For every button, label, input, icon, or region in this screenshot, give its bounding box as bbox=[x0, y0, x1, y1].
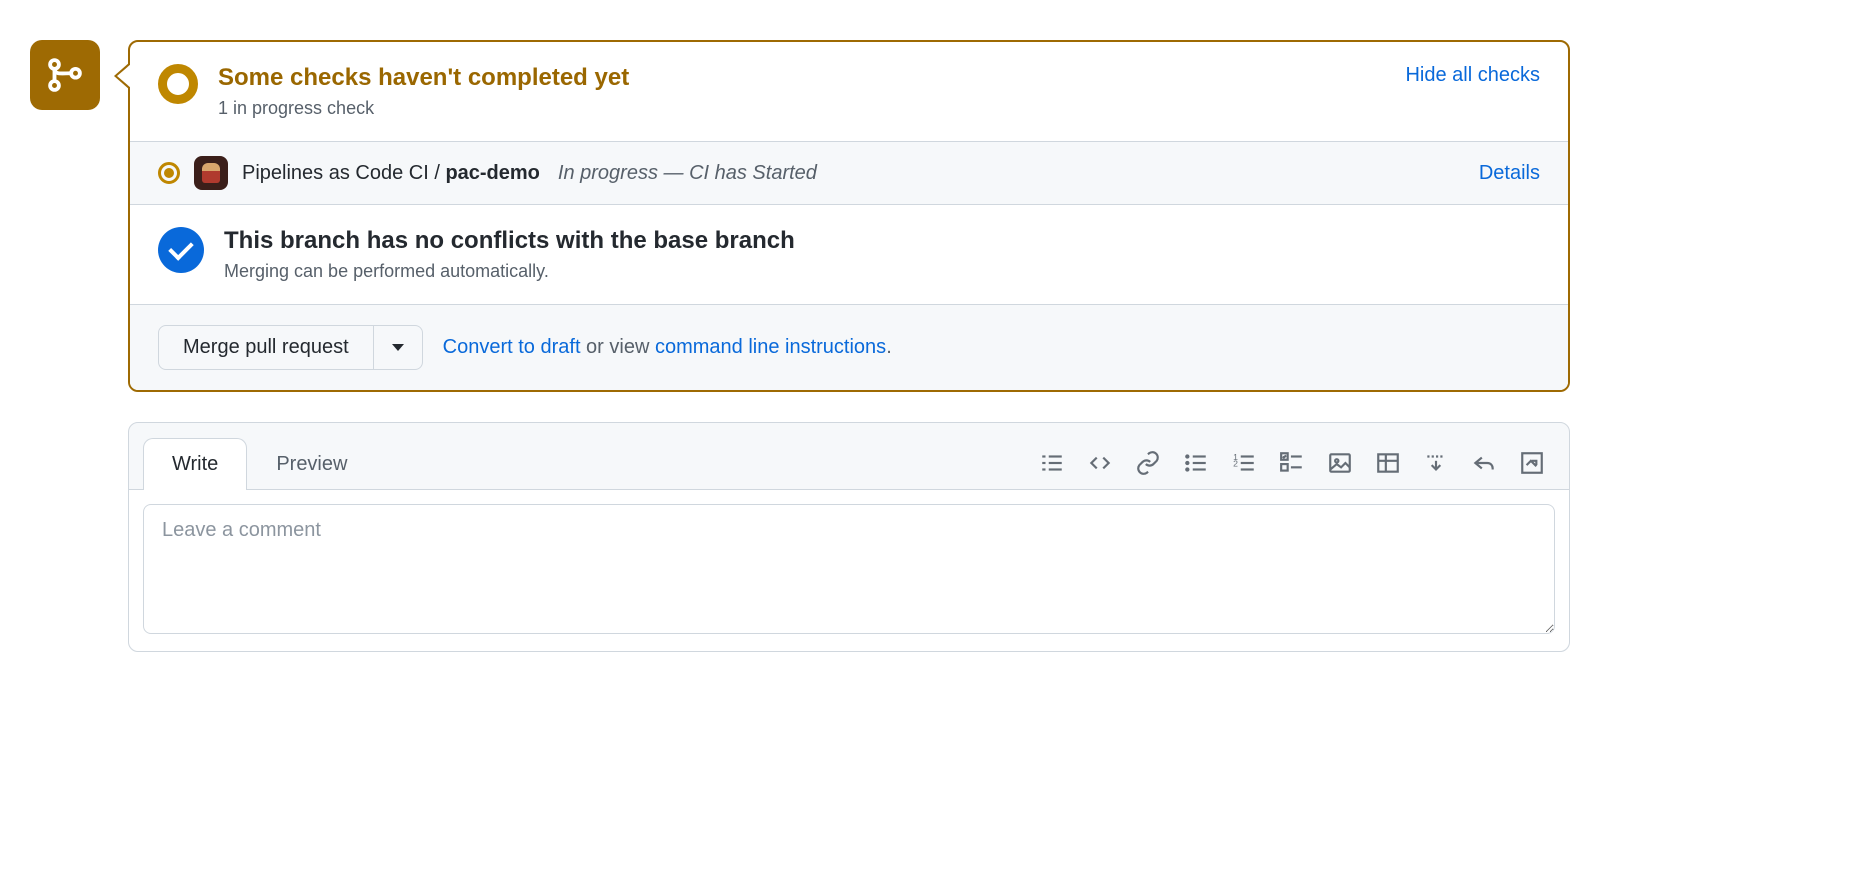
merge-footer-text: Convert to draft or view command line in… bbox=[443, 336, 892, 359]
merge-pull-request-button[interactable]: Merge pull request bbox=[158, 325, 374, 370]
checks-summary-title: Some checks haven't completed yet bbox=[218, 64, 1405, 92]
checks-summary-subtitle: 1 in progress check bbox=[218, 98, 1405, 119]
quote-icon[interactable] bbox=[1039, 450, 1065, 476]
image-icon[interactable] bbox=[1327, 450, 1353, 476]
checks-summary-section: Some checks haven't completed yet 1 in p… bbox=[130, 42, 1568, 141]
git-merge-icon bbox=[44, 54, 86, 96]
code-icon[interactable] bbox=[1087, 450, 1113, 476]
tab-write[interactable]: Write bbox=[143, 438, 247, 490]
comment-box: Write Preview 12 bbox=[128, 422, 1570, 652]
merge-footer: Merge pull request Convert to draft or v… bbox=[130, 304, 1568, 390]
merge-options-dropdown-button[interactable] bbox=[374, 325, 423, 370]
conflicts-subtitle: Merging can be performed automatically. bbox=[224, 261, 1540, 282]
collapse-icon[interactable] bbox=[1423, 450, 1449, 476]
table-icon[interactable] bbox=[1375, 450, 1401, 476]
conflicts-section: This branch has no conflicts with the ba… bbox=[130, 204, 1568, 304]
ordered-list-icon[interactable]: 12 bbox=[1231, 450, 1257, 476]
link-icon[interactable] bbox=[1135, 450, 1161, 476]
check-pending-icon bbox=[158, 162, 180, 184]
command-line-instructions-link[interactable]: command line instructions bbox=[655, 336, 886, 358]
merge-status-badge bbox=[30, 40, 100, 110]
markdown-toolbar: 12 bbox=[1039, 450, 1555, 476]
merge-button-group: Merge pull request bbox=[158, 325, 423, 370]
check-name: Pipelines as Code CI / pac-demo bbox=[242, 162, 540, 185]
check-status-text: In progress — CI has Started bbox=[558, 162, 817, 185]
unordered-list-icon[interactable] bbox=[1183, 450, 1209, 476]
reply-icon[interactable] bbox=[1471, 450, 1497, 476]
tab-preview[interactable]: Preview bbox=[247, 438, 376, 490]
comment-tabs: Write Preview 12 bbox=[129, 423, 1569, 489]
svg-text:2: 2 bbox=[1233, 458, 1238, 468]
hide-all-checks-link[interactable]: Hide all checks bbox=[1405, 64, 1540, 87]
conflicts-title: This branch has no conflicts with the ba… bbox=[224, 227, 1540, 255]
check-details-link[interactable]: Details bbox=[1479, 162, 1540, 185]
expand-icon[interactable] bbox=[1519, 450, 1545, 476]
pending-status-icon bbox=[158, 64, 198, 104]
chevron-down-icon bbox=[392, 344, 404, 351]
check-app-avatar bbox=[194, 156, 228, 190]
merge-status-box: Some checks haven't completed yet 1 in p… bbox=[128, 40, 1570, 392]
check-row: Pipelines as Code CI / pac-demo In progr… bbox=[130, 141, 1568, 204]
comment-textarea[interactable] bbox=[143, 504, 1555, 634]
task-list-icon[interactable] bbox=[1279, 450, 1305, 476]
success-status-icon bbox=[158, 227, 204, 273]
convert-to-draft-link[interactable]: Convert to draft bbox=[443, 336, 581, 358]
